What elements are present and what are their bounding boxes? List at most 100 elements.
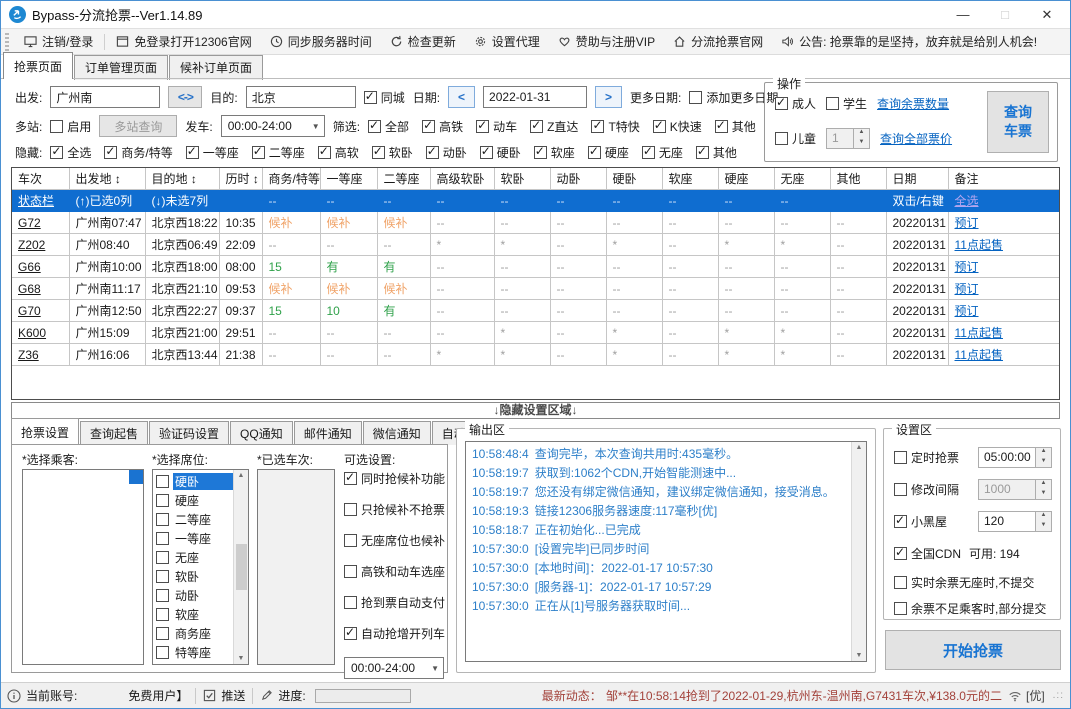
train-number-link[interactable]: K600 [18, 326, 46, 340]
hide-seat-checkbox[interactable]: ✓ 硬座 [587, 144, 629, 161]
train-row[interactable]: G70 广州南12:50 北京西22:27 09:37 15 10 有 -- -… [12, 299, 1059, 322]
page-tab[interactable]: 抢票页面 [3, 52, 74, 79]
train-number-link[interactable]: 状态栏 [18, 194, 54, 208]
spin-up-icon[interactable]: ▲ [854, 129, 869, 139]
same-city-checkbox[interactable]: ✓ 同城 [363, 89, 405, 106]
spinner-arrows[interactable]: ▲ ▼ [1035, 448, 1051, 467]
page-tab[interactable]: 候补订单页面 [169, 55, 264, 80]
train-number-link[interactable]: G68 [18, 282, 41, 296]
action-link[interactable]: 预订 [955, 260, 979, 274]
settings-tab[interactable]: 查询起售 [80, 421, 149, 445]
action-link[interactable]: 全选 [955, 194, 979, 208]
hide-seat-checkbox[interactable]: ✓ 全选 [50, 144, 91, 161]
spinner-arrows[interactable]: ▲ ▼ [1035, 480, 1051, 499]
hide-seat-checkbox[interactable]: ✓ 其他 [695, 144, 737, 161]
interval-checkbox[interactable]: ✓ 修改间隔 [894, 481, 959, 498]
query-remaining-link[interactable]: 查询余票数量 [877, 95, 949, 112]
col-soft-sleeper[interactable]: 软卧 [493, 168, 551, 190]
col-duration[interactable]: 历时 ↕ [218, 168, 263, 190]
seat-option[interactable]: ✓ 软座 [156, 605, 233, 624]
settings-tab[interactable]: 抢票设置 [11, 418, 80, 444]
timed-grab-stepper[interactable]: 05:00:00 ▲ ▼ [978, 447, 1052, 468]
child-checkbox[interactable]: ✓ 儿童 [775, 130, 816, 147]
col-date[interactable]: 日期 [885, 168, 949, 190]
action-link[interactable]: 11点起售 [955, 238, 1003, 252]
depart-time-select[interactable]: 00:00-24:00 ▼ [220, 115, 325, 137]
adult-checkbox[interactable]: ✓ 成人 [775, 95, 816, 112]
train-row[interactable]: G66 广州南10:00 北京西18:00 08:00 15 有 有 -- --… [12, 255, 1059, 278]
col-business[interactable]: 商务/特等 [261, 168, 321, 190]
action-link[interactable]: 11点起售 [955, 348, 1003, 362]
query-prices-link[interactable]: 查询全部票价 [880, 130, 952, 147]
depart-input[interactable]: 广州南 [50, 86, 161, 108]
train-type-checkbox[interactable]: ✓ 全部 [368, 118, 409, 135]
train-type-checkbox[interactable]: ✓ Z直达 [530, 118, 578, 135]
train-type-checkbox[interactable]: ✓ 动车 [476, 118, 517, 135]
hide-seat-checkbox[interactable]: ✓ 一等座 [185, 144, 239, 161]
col-remark[interactable]: 备注 [947, 168, 1059, 190]
seat-option[interactable]: ✓ 商务座 [156, 624, 233, 643]
menu-sync-time[interactable]: 同步服务器时间 [261, 30, 381, 54]
grab-option-checkbox[interactable]: ✓ 无座席位也候补 [344, 531, 445, 550]
col-first-class[interactable]: 一等座 [319, 168, 378, 190]
spin-down-icon[interactable]: ▼ [854, 139, 869, 149]
col-depart[interactable]: 出发地 ↕ [68, 168, 146, 190]
grab-option-checkbox[interactable]: ✓ 只抢候补不抢票 [344, 500, 445, 519]
train-row[interactable]: G72 广州南07:47 北京西18:22 10:35 候补 候补 候补 -- … [12, 211, 1059, 234]
scroll-up-icon[interactable]: ▲ [856, 444, 863, 451]
seat-option[interactable]: ✓ 特等座 [156, 643, 233, 662]
hide-seat-checkbox[interactable]: ✓ 动卧 [425, 144, 467, 161]
blacklist-checkbox[interactable]: ✓ 小黑屋 [894, 513, 947, 530]
settings-tab[interactable]: 微信通知 [362, 421, 431, 445]
swap-stations-button[interactable]: <-> [168, 86, 203, 108]
menu-official-site[interactable]: 分流抢票官网 [664, 30, 772, 54]
grab-option-checkbox[interactable]: ✓ 抢到票自动支付 [344, 593, 445, 612]
blacklist-stepper[interactable]: 120 ▲ ▼ [978, 511, 1052, 532]
spinner-arrows[interactable]: ▲ ▼ [1035, 512, 1051, 531]
settings-tab[interactable]: 验证码设置 [149, 421, 230, 445]
seat-option[interactable]: ✓ 硬座 [156, 491, 233, 510]
close-button[interactable]: ✕ [1040, 7, 1054, 23]
resize-grip[interactable]: .:: [1053, 690, 1064, 701]
col-arrive[interactable]: 目的地 ↕ [144, 168, 220, 190]
settings-tab[interactable]: 邮件通知 [293, 421, 362, 445]
col-premium-sleeper[interactable]: 高级软卧 [429, 168, 495, 190]
col-standing[interactable]: 无座 [773, 168, 831, 190]
grab-time-range-select[interactable]: 00:00-24:00 ▼ [344, 657, 444, 679]
no-standing-checkbox[interactable]: ✓ 实时余票无座时,不提交 [894, 574, 1034, 591]
cdn-checkbox[interactable]: ✓ 全国CDN [894, 545, 961, 562]
interval-stepper[interactable]: 1000 ▲ ▼ [978, 479, 1052, 500]
seat-option[interactable]: ✓ 硬卧 [156, 472, 233, 491]
spinner-arrows[interactable]: ▲ ▼ [853, 129, 870, 149]
date-prev-button[interactable]: < [448, 86, 476, 108]
hide-seat-checkbox[interactable]: ✓ 无座 [641, 144, 683, 161]
maximize-button[interactable]: □ [998, 7, 1012, 22]
col-train[interactable]: 车次 [12, 168, 70, 190]
grab-option-checkbox[interactable]: ✓ 自动抢增开列车 [344, 624, 445, 643]
train-type-checkbox[interactable]: ✓ T特快 [591, 118, 640, 135]
student-checkbox[interactable]: ✓ 学生 [826, 95, 867, 112]
scroll-down-icon[interactable]: ▼ [856, 652, 863, 659]
page-tab[interactable]: 订单管理页面 [74, 55, 169, 80]
seat-option[interactable]: ✓ 二等座 [156, 510, 233, 529]
seat-list-scrollbar[interactable]: ▲ ▼ [233, 470, 248, 664]
hide-seat-checkbox[interactable]: ✓ 软卧 [371, 144, 413, 161]
train-row[interactable]: K600 广州15:09 北京西21:00 29:51 -- -- -- -- … [12, 321, 1059, 344]
action-link[interactable]: 预订 [955, 304, 979, 318]
col-hard-sleeper[interactable]: 硬卧 [605, 168, 663, 190]
minimize-button[interactable]: — [956, 7, 970, 22]
train-row[interactable]: 状态栏 (↑)已选0列 (↓)未选7列 -- -- -- -- -- -- --… [12, 189, 1059, 212]
train-number-link[interactable]: Z36 [18, 348, 39, 362]
scroll-up-icon[interactable]: ▲ [238, 472, 245, 479]
train-type-checkbox[interactable]: ✓ 其他 [714, 118, 756, 135]
hide-seat-checkbox[interactable]: ✓ 软座 [533, 144, 575, 161]
settings-tab[interactable]: QQ通知 [230, 421, 293, 445]
col-emu-sleeper[interactable]: 动卧 [549, 168, 607, 190]
grab-option-checkbox[interactable]: ✓ 高铁和动车选座 [344, 562, 445, 581]
multi-enable-checkbox[interactable]: ✓ 启用 [50, 118, 91, 135]
train-number-link[interactable]: G66 [18, 260, 41, 274]
menu-proxy[interactable]: 设置代理 [465, 30, 549, 54]
grab-option-checkbox[interactable]: ✓ 同时抢候补功能 [344, 469, 445, 488]
hidden-settings-divider[interactable]: ↓隐藏设置区域↓ [11, 402, 1060, 419]
selected-trains-listbox[interactable] [257, 469, 335, 665]
